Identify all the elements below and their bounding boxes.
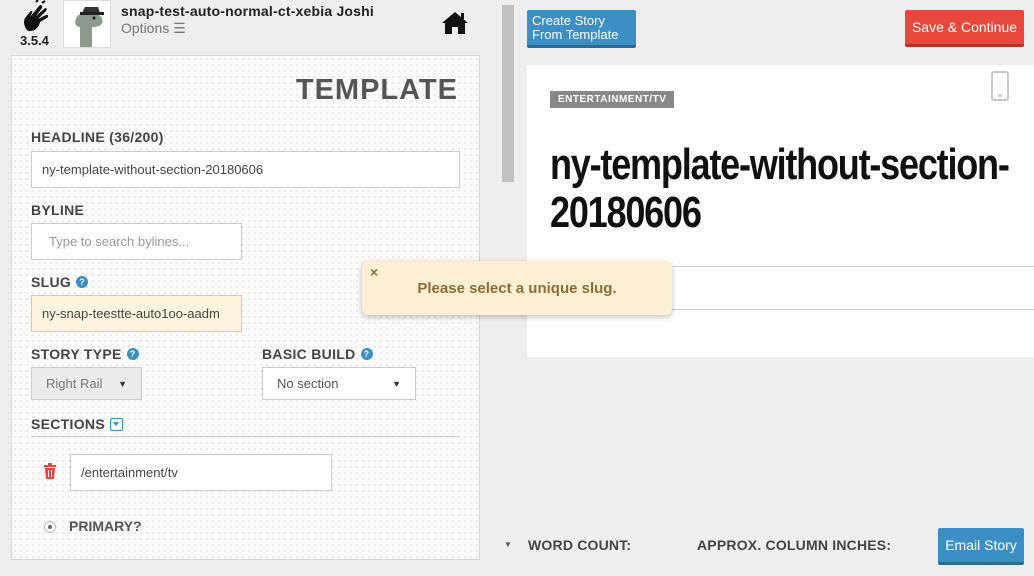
story-type-help-icon[interactable]: ? [126, 348, 139, 360]
byline-label-text: BYLINE [31, 202, 85, 218]
home-icon[interactable] [440, 10, 470, 36]
headline-label-text: HEADLINE (36/200) [31, 129, 164, 145]
hand-logo-icon [24, 0, 49, 32]
divider [31, 436, 459, 437]
story-type-label: STORY TYPE ? [31, 346, 139, 362]
scroll-down-arrow-icon[interactable]: ▼ [504, 540, 512, 549]
primary-label: PRIMARY? [69, 518, 142, 534]
slug-error-toast: × Please select a unique slug. [362, 261, 672, 315]
preview-headline: ny-template-without-section-20180606 [550, 140, 1010, 237]
basic-build-help-icon[interactable]: ? [360, 348, 373, 360]
basic-build-label: BASIC BUILD ? [262, 346, 373, 362]
options-menu-link[interactable]: Options ☰ [121, 20, 186, 37]
story-type-select[interactable]: Right Rail ▼ [31, 367, 142, 400]
trash-icon[interactable] [43, 463, 57, 479]
headline-label: HEADLINE (36/200) [31, 129, 164, 145]
close-icon[interactable]: × [370, 264, 378, 280]
byline-label: BYLINE [31, 202, 84, 218]
slug-help-icon[interactable]: ? [76, 276, 89, 288]
basic-build-value: No section [277, 376, 339, 391]
sections-label: SECTIONS [31, 416, 123, 432]
create-from-template-button[interactable]: Create Story From Template [527, 10, 636, 48]
slug-label: SLUG ? [31, 274, 89, 290]
story-type-label-text: STORY TYPE [31, 346, 122, 362]
slug-input[interactable]: ny-snap-teestte-auto1oo-aadm [31, 295, 242, 332]
basic-build-select[interactable]: No section ▼ [262, 367, 416, 400]
avatar-dinosaur-icon [64, 1, 110, 47]
column-inches-label: APPROX. COLUMN INCHES: [697, 537, 892, 553]
category-tag: ENTERTAINMENT/TV [550, 91, 675, 108]
chevron-down-icon: ▼ [392, 378, 401, 389]
save-continue-button[interactable]: Save & Continue [905, 10, 1024, 47]
basic-build-label-text: BASIC BUILD [262, 346, 356, 362]
slug-label-text: SLUG [31, 274, 72, 290]
chevron-down-icon: ▼ [118, 378, 127, 389]
story-type-value: Right Rail [46, 376, 103, 391]
toast-message: Please select a unique slug. [417, 280, 617, 297]
panel-title: TEMPLATE [295, 74, 458, 106]
byline-search-input[interactable]: Type to search bylines... [31, 223, 242, 260]
scrollbar-thumb[interactable] [502, 5, 514, 182]
word-count-label: WORD COUNT: [528, 537, 632, 553]
mobile-device-icon[interactable] [991, 71, 1009, 101]
sections-label-text: SECTIONS [31, 416, 105, 432]
app-version: 3.5.4 [20, 33, 49, 48]
sections-toggle-icon[interactable] [109, 417, 123, 431]
primary-radio[interactable] [44, 521, 56, 533]
user-name: snap-test-auto-normal-ct-xebia Joshi [121, 3, 375, 19]
headline-input[interactable]: ny-template-without-section-20180606 [31, 151, 460, 188]
section-path-input[interactable]: /entertainment/tv [70, 454, 332, 491]
avatar[interactable] [63, 0, 111, 48]
email-story-button[interactable]: Email Story [938, 528, 1024, 565]
